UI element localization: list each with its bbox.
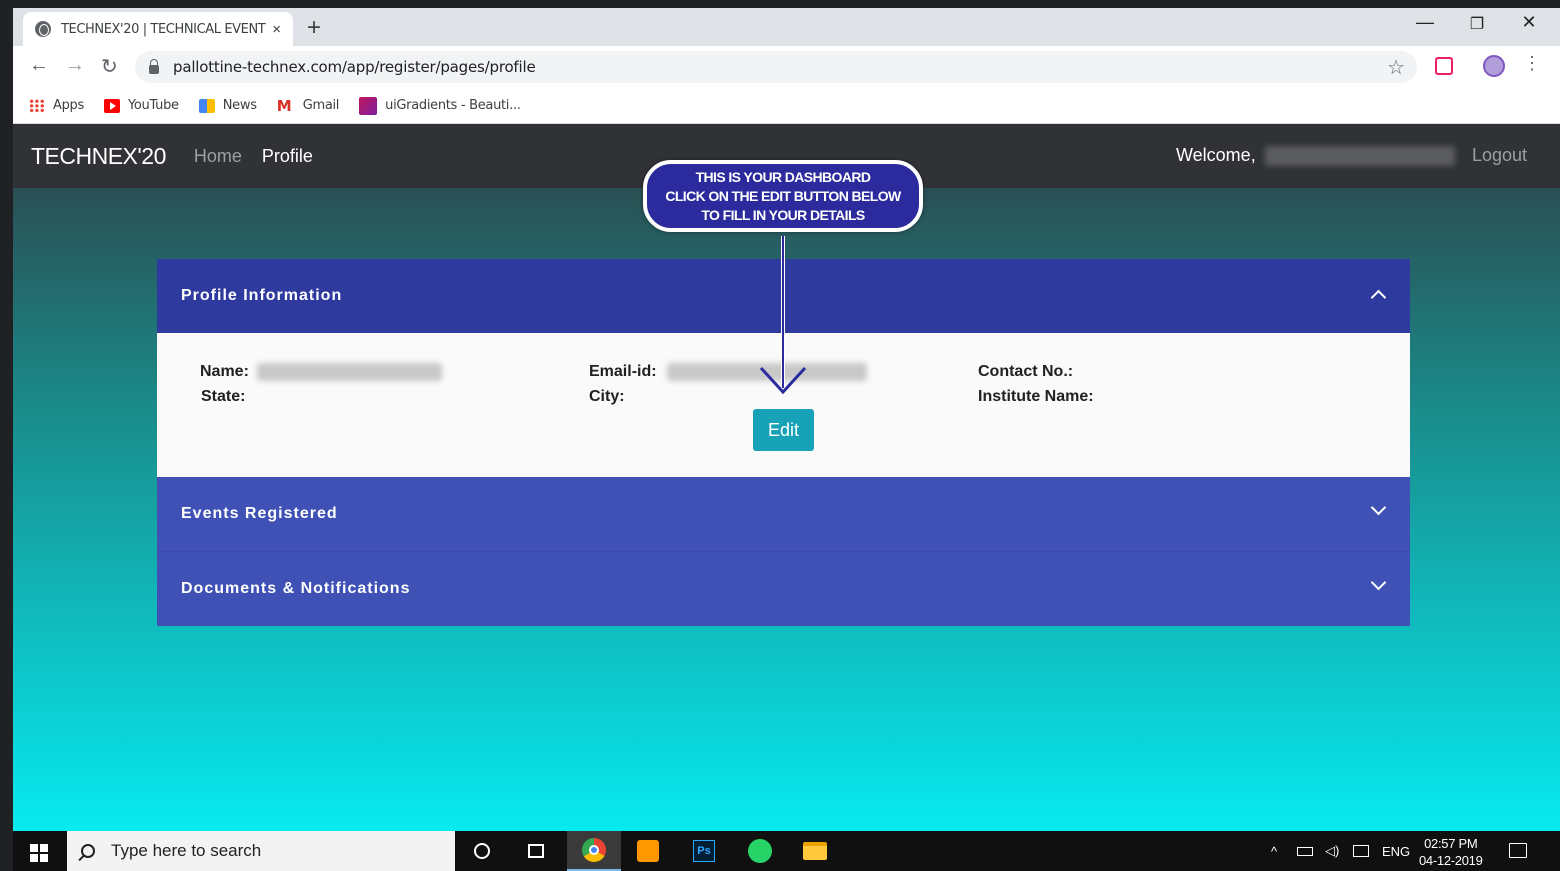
search-placeholder: Type here to search xyxy=(111,841,262,860)
profile-avatar[interactable] xyxy=(1483,55,1505,77)
chevron-up-icon[interactable] xyxy=(1370,289,1387,306)
language-indicator[interactable]: ENG xyxy=(1382,831,1410,871)
new-tab-button[interactable]: + xyxy=(307,14,321,42)
news-icon xyxy=(198,98,215,113)
clock-time: 02:57 PM xyxy=(1424,836,1478,851)
documents-notifications-panel[interactable]: Documents & Notifications xyxy=(157,552,1410,626)
institute-label: Institute Name: xyxy=(978,388,1094,405)
edit-button[interactable]: Edit xyxy=(753,409,814,451)
browser-window: TECHNEX'20 | TECHNICAL EVENT × + — ❐ ✕ ←… xyxy=(13,8,1560,871)
cortana-icon[interactable] xyxy=(455,831,509,871)
forward-arrow-icon[interactable]: → xyxy=(65,54,85,77)
panel-title: Events Registered xyxy=(181,505,338,522)
callout-line-3: TO FILL IN YOUR DETAILS xyxy=(701,206,865,223)
bookmark-apps[interactable]: Apps xyxy=(29,98,84,113)
clock-date: 04-12-2019 xyxy=(1419,853,1483,868)
web-page: TECHNEX'20 Home Profile Welcome, Logout … xyxy=(13,124,1560,831)
tab-strip: TECHNEX'20 | TECHNICAL EVENT × + — ❐ ✕ xyxy=(13,8,1560,46)
contact-label: Contact No.: xyxy=(978,363,1074,380)
reload-icon[interactable]: ↻ xyxy=(101,54,118,79)
window-close-button[interactable]: ✕ xyxy=(1509,12,1549,33)
chevron-down-icon[interactable] xyxy=(1370,574,1387,591)
bookmark-gmail[interactable]: M Gmail xyxy=(276,96,340,115)
chevron-down-icon[interactable] xyxy=(1370,499,1387,516)
tab-title: TECHNEX'20 | TECHNICAL EVENT xyxy=(61,21,266,37)
welcome-text: Welcome, xyxy=(1176,145,1256,165)
dashboard-callout: THIS IS YOUR DASHBOARD CLICK ON THE EDIT… xyxy=(643,160,923,232)
back-arrow-icon[interactable]: ← xyxy=(29,54,49,77)
taskbar-clock[interactable]: 02:57 PM 04-12-2019 xyxy=(1419,835,1483,869)
site-brand[interactable]: TECHNEX'20 xyxy=(31,143,166,170)
state-label: State: xyxy=(201,388,246,405)
volume-icon[interactable]: ◁) xyxy=(1325,831,1339,871)
whatsapp-icon[interactable] xyxy=(733,831,787,871)
windows-taskbar: Type here to search Ps ^ ◁) ENG 02:57 PM… xyxy=(13,831,1560,871)
sublime-text-icon[interactable] xyxy=(621,831,675,871)
battery-icon[interactable] xyxy=(1297,831,1313,871)
network-icon[interactable] xyxy=(1353,831,1369,871)
email-label: Email-id: xyxy=(589,363,657,380)
uigradients-icon xyxy=(359,96,378,115)
taskbar-search-box[interactable]: Type here to search xyxy=(67,831,455,871)
tray-chevron-up-icon[interactable]: ^ xyxy=(1271,831,1277,871)
events-panel-header[interactable]: Events Registered xyxy=(157,477,1410,551)
tab-close-icon[interactable]: × xyxy=(272,21,281,38)
photoshop-icon[interactable]: Ps xyxy=(677,831,731,871)
bookmarks-bar: Apps YouTube News M Gmail uiGradients - … xyxy=(13,88,1560,124)
documents-panel-header[interactable]: Documents & Notifications xyxy=(157,552,1410,626)
windows-start-icon[interactable] xyxy=(30,844,48,862)
bookmark-label: News xyxy=(222,98,257,113)
bookmark-label: YouTube xyxy=(127,98,179,113)
youtube-icon xyxy=(103,98,120,113)
name-label: Name: xyxy=(200,363,249,380)
bookmark-youtube[interactable]: YouTube xyxy=(103,98,179,113)
nav-home-link[interactable]: Home xyxy=(194,146,242,167)
events-registered-panel[interactable]: Events Registered xyxy=(157,477,1410,552)
restore-button[interactable]: ❐ xyxy=(1457,14,1497,34)
search-icon xyxy=(81,844,95,858)
apps-grid-icon xyxy=(29,98,45,113)
logout-link[interactable]: Logout xyxy=(1472,145,1527,166)
callout-line-1: THIS IS YOUR DASHBOARD xyxy=(695,168,871,185)
chrome-menu-icon[interactable]: ⋮ xyxy=(1523,53,1541,74)
bookmark-news[interactable]: News xyxy=(198,98,257,113)
panel-title: Profile Information xyxy=(181,287,343,304)
minimize-button[interactable]: — xyxy=(1405,12,1445,33)
task-view-icon[interactable] xyxy=(509,831,563,871)
bookmark-uigradients[interactable]: uiGradients - Beauti... xyxy=(359,96,521,115)
callout-arrow-icon xyxy=(759,236,807,395)
gmail-icon: M xyxy=(276,96,292,115)
redacted-name-value xyxy=(257,363,442,381)
callout-line-2: CLICK ON THE EDIT BUTTON BELOW xyxy=(665,187,901,204)
url-text[interactable]: pallottine-technex.com/app/register/page… xyxy=(173,58,536,76)
globe-icon xyxy=(35,21,51,37)
bookmark-label: uiGradients - Beauti... xyxy=(385,98,521,113)
nav-profile-link[interactable]: Profile xyxy=(262,146,313,167)
bookmark-star-icon[interactable]: ☆ xyxy=(1387,55,1405,80)
pocket-extension-icon[interactable] xyxy=(1435,57,1453,75)
address-bar[interactable]: pallottine-technex.com/app/register/page… xyxy=(135,51,1417,83)
browser-tab[interactable]: TECHNEX'20 | TECHNICAL EVENT × xyxy=(23,12,293,46)
redacted-username xyxy=(1265,146,1455,166)
chrome-taskbar-icon[interactable] xyxy=(567,831,621,871)
city-label: City: xyxy=(589,388,625,405)
browser-toolbar: ← → ↻ pallottine-technex.com/app/registe… xyxy=(13,46,1560,88)
panel-title: Documents & Notifications xyxy=(181,580,411,597)
bookmark-label: Gmail xyxy=(302,98,340,113)
action-center-icon[interactable] xyxy=(1509,843,1527,858)
bookmark-label: Apps xyxy=(53,98,84,113)
file-explorer-icon[interactable] xyxy=(788,831,842,871)
lock-icon[interactable] xyxy=(149,58,159,74)
